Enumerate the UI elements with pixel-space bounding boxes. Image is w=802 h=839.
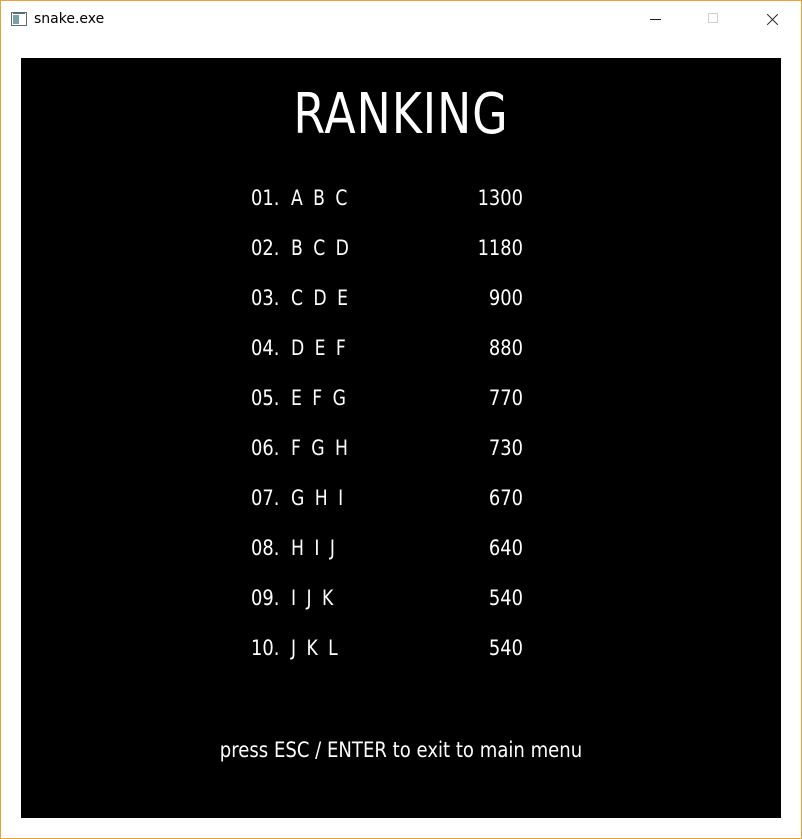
rank-position: 02. — [251, 236, 280, 260]
app-window: snake.exe RANKING 01. A B C 1300 02. B C… — [0, 0, 802, 839]
ranking-row: 03. C D E 900 — [251, 283, 531, 333]
ranking-row: 01. A B C 1300 — [251, 183, 531, 233]
player-score: 730 — [488, 436, 523, 460]
rank-position: 10. — [251, 636, 280, 660]
ranking-row: 06. F G H 730 — [251, 433, 531, 483]
player-score: 880 — [488, 336, 523, 360]
ranking-row: 09. I J K 540 — [251, 583, 531, 633]
ranking-row: 05. E F G 770 — [251, 383, 531, 433]
player-name: C D E — [291, 286, 351, 310]
player-score: 1300 — [477, 186, 523, 210]
player-score: 670 — [488, 486, 523, 510]
close-icon[interactable] — [749, 1, 795, 38]
ranking-row: 07. G H I 670 — [251, 483, 531, 533]
minimize-icon[interactable] — [633, 1, 679, 38]
player-score: 1180 — [477, 236, 523, 260]
ranking-title: RANKING — [293, 82, 509, 147]
ranking-row: 08. H I J 640 — [251, 533, 531, 583]
player-score: 540 — [488, 636, 523, 660]
player-name: E F G — [291, 386, 349, 410]
rank-position: 06. — [251, 436, 280, 460]
player-name: B C D — [291, 236, 352, 260]
player-name: F G H — [291, 436, 351, 460]
rank-position: 03. — [251, 286, 280, 310]
player-score: 640 — [488, 536, 523, 560]
player-name: D E F — [291, 336, 349, 360]
rank-position: 04. — [251, 336, 280, 360]
player-score: 540 — [488, 586, 523, 610]
title-bar[interactable]: snake.exe — [1, 1, 801, 38]
rank-position: 01. — [251, 186, 280, 210]
app-window-icon — [11, 12, 27, 26]
rank-position: 09. — [251, 586, 280, 610]
exit-hint: press ESC / ENTER to exit to main menu — [219, 738, 583, 762]
player-name: G H I — [291, 486, 346, 510]
player-name: J K L — [291, 636, 341, 660]
ranking-list: 01. A B C 1300 02. B C D 1180 03. C D E … — [251, 183, 531, 683]
player-name: I J K — [291, 586, 336, 610]
player-name: H I J — [291, 536, 338, 560]
window-title: snake.exe — [34, 11, 105, 27]
ranking-row: 02. B C D 1180 — [251, 233, 531, 283]
ranking-row: 04. D E F 880 — [251, 333, 531, 383]
game-canvas[interactable]: RANKING 01. A B C 1300 02. B C D 1180 03… — [21, 58, 781, 818]
rank-position: 07. — [251, 486, 280, 510]
rank-position: 05. — [251, 386, 280, 410]
player-score: 770 — [488, 386, 523, 410]
player-score: 900 — [488, 286, 523, 310]
ranking-row: 10. J K L 540 — [251, 633, 531, 683]
player-name: A B C — [291, 186, 350, 210]
rank-position: 08. — [251, 536, 280, 560]
maximize-icon[interactable] — [691, 1, 737, 38]
